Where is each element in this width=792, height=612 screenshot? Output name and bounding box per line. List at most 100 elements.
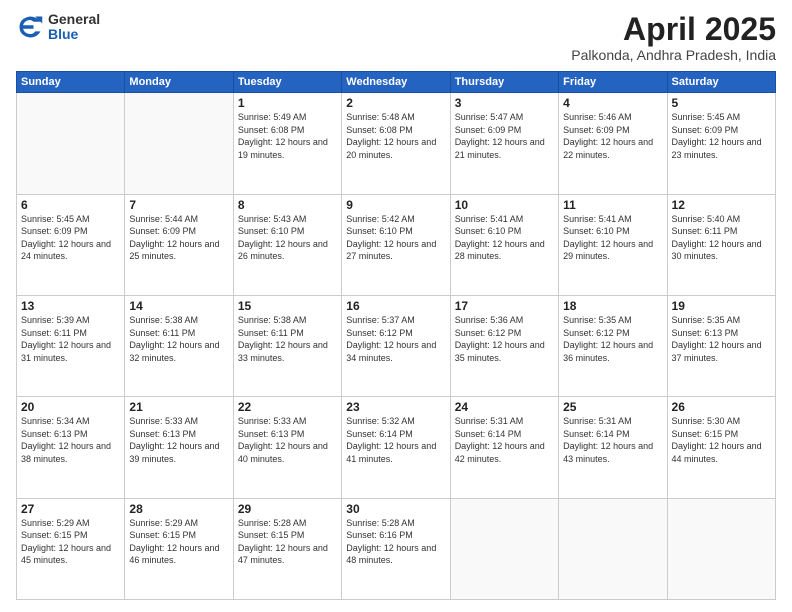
day-number: 17 — [455, 299, 554, 313]
day-info: Sunrise: 5:49 AM Sunset: 6:08 PM Dayligh… — [238, 111, 337, 161]
logo: General Blue — [16, 12, 100, 43]
table-row: 23Sunrise: 5:32 AM Sunset: 6:14 PM Dayli… — [342, 397, 450, 498]
title-block: April 2025 Palkonda, Andhra Pradesh, Ind… — [571, 12, 776, 63]
day-info: Sunrise: 5:37 AM Sunset: 6:12 PM Dayligh… — [346, 314, 445, 364]
calendar-week-row: 20Sunrise: 5:34 AM Sunset: 6:13 PM Dayli… — [17, 397, 776, 498]
day-number: 27 — [21, 502, 120, 516]
day-info: Sunrise: 5:33 AM Sunset: 6:13 PM Dayligh… — [238, 415, 337, 465]
day-info: Sunrise: 5:41 AM Sunset: 6:10 PM Dayligh… — [455, 213, 554, 263]
logo-general-text: General — [48, 12, 100, 27]
day-number: 10 — [455, 198, 554, 212]
col-wednesday: Wednesday — [342, 72, 450, 93]
day-info: Sunrise: 5:39 AM Sunset: 6:11 PM Dayligh… — [21, 314, 120, 364]
col-saturday: Saturday — [667, 72, 775, 93]
table-row: 29Sunrise: 5:28 AM Sunset: 6:15 PM Dayli… — [233, 498, 341, 599]
day-info: Sunrise: 5:28 AM Sunset: 6:15 PM Dayligh… — [238, 517, 337, 567]
calendar-header-row: Sunday Monday Tuesday Wednesday Thursday… — [17, 72, 776, 93]
table-row: 5Sunrise: 5:45 AM Sunset: 6:09 PM Daylig… — [667, 93, 775, 194]
col-friday: Friday — [559, 72, 667, 93]
day-info: Sunrise: 5:31 AM Sunset: 6:14 PM Dayligh… — [455, 415, 554, 465]
day-number: 14 — [129, 299, 228, 313]
table-row: 20Sunrise: 5:34 AM Sunset: 6:13 PM Dayli… — [17, 397, 125, 498]
header: General Blue April 2025 Palkonda, Andhra… — [16, 12, 776, 63]
day-info: Sunrise: 5:35 AM Sunset: 6:12 PM Dayligh… — [563, 314, 662, 364]
day-info: Sunrise: 5:36 AM Sunset: 6:12 PM Dayligh… — [455, 314, 554, 364]
day-number: 25 — [563, 400, 662, 414]
day-number: 6 — [21, 198, 120, 212]
table-row — [667, 498, 775, 599]
table-row: 11Sunrise: 5:41 AM Sunset: 6:10 PM Dayli… — [559, 194, 667, 295]
day-info: Sunrise: 5:40 AM Sunset: 6:11 PM Dayligh… — [672, 213, 771, 263]
table-row: 15Sunrise: 5:38 AM Sunset: 6:11 PM Dayli… — [233, 295, 341, 396]
day-number: 18 — [563, 299, 662, 313]
table-row: 13Sunrise: 5:39 AM Sunset: 6:11 PM Dayli… — [17, 295, 125, 396]
table-row: 14Sunrise: 5:38 AM Sunset: 6:11 PM Dayli… — [125, 295, 233, 396]
day-number: 3 — [455, 96, 554, 110]
day-info: Sunrise: 5:31 AM Sunset: 6:14 PM Dayligh… — [563, 415, 662, 465]
day-number: 29 — [238, 502, 337, 516]
day-number: 19 — [672, 299, 771, 313]
table-row: 24Sunrise: 5:31 AM Sunset: 6:14 PM Dayli… — [450, 397, 558, 498]
day-info: Sunrise: 5:28 AM Sunset: 6:16 PM Dayligh… — [346, 517, 445, 567]
table-row — [450, 498, 558, 599]
day-number: 26 — [672, 400, 771, 414]
day-number: 28 — [129, 502, 228, 516]
table-row: 1Sunrise: 5:49 AM Sunset: 6:08 PM Daylig… — [233, 93, 341, 194]
day-number: 20 — [21, 400, 120, 414]
day-number: 7 — [129, 198, 228, 212]
table-row: 10Sunrise: 5:41 AM Sunset: 6:10 PM Dayli… — [450, 194, 558, 295]
day-info: Sunrise: 5:45 AM Sunset: 6:09 PM Dayligh… — [21, 213, 120, 263]
table-row: 18Sunrise: 5:35 AM Sunset: 6:12 PM Dayli… — [559, 295, 667, 396]
calendar-week-row: 1Sunrise: 5:49 AM Sunset: 6:08 PM Daylig… — [17, 93, 776, 194]
day-number: 9 — [346, 198, 445, 212]
table-row: 2Sunrise: 5:48 AM Sunset: 6:08 PM Daylig… — [342, 93, 450, 194]
day-info: Sunrise: 5:32 AM Sunset: 6:14 PM Dayligh… — [346, 415, 445, 465]
month-title: April 2025 — [571, 12, 776, 47]
location-title: Palkonda, Andhra Pradesh, India — [571, 47, 776, 63]
day-info: Sunrise: 5:38 AM Sunset: 6:11 PM Dayligh… — [129, 314, 228, 364]
table-row: 8Sunrise: 5:43 AM Sunset: 6:10 PM Daylig… — [233, 194, 341, 295]
day-info: Sunrise: 5:44 AM Sunset: 6:09 PM Dayligh… — [129, 213, 228, 263]
table-row: 27Sunrise: 5:29 AM Sunset: 6:15 PM Dayli… — [17, 498, 125, 599]
day-info: Sunrise: 5:45 AM Sunset: 6:09 PM Dayligh… — [672, 111, 771, 161]
day-number: 2 — [346, 96, 445, 110]
calendar-week-row: 13Sunrise: 5:39 AM Sunset: 6:11 PM Dayli… — [17, 295, 776, 396]
table-row: 25Sunrise: 5:31 AM Sunset: 6:14 PM Dayli… — [559, 397, 667, 498]
table-row: 4Sunrise: 5:46 AM Sunset: 6:09 PM Daylig… — [559, 93, 667, 194]
table-row: 19Sunrise: 5:35 AM Sunset: 6:13 PM Dayli… — [667, 295, 775, 396]
day-info: Sunrise: 5:34 AM Sunset: 6:13 PM Dayligh… — [21, 415, 120, 465]
calendar-week-row: 27Sunrise: 5:29 AM Sunset: 6:15 PM Dayli… — [17, 498, 776, 599]
day-info: Sunrise: 5:42 AM Sunset: 6:10 PM Dayligh… — [346, 213, 445, 263]
calendar-week-row: 6Sunrise: 5:45 AM Sunset: 6:09 PM Daylig… — [17, 194, 776, 295]
page: General Blue April 2025 Palkonda, Andhra… — [0, 0, 792, 612]
day-number: 11 — [563, 198, 662, 212]
logo-blue-text: Blue — [48, 27, 100, 42]
table-row: 9Sunrise: 5:42 AM Sunset: 6:10 PM Daylig… — [342, 194, 450, 295]
table-row: 12Sunrise: 5:40 AM Sunset: 6:11 PM Dayli… — [667, 194, 775, 295]
day-number: 13 — [21, 299, 120, 313]
day-info: Sunrise: 5:29 AM Sunset: 6:15 PM Dayligh… — [21, 517, 120, 567]
day-number: 21 — [129, 400, 228, 414]
table-row: 28Sunrise: 5:29 AM Sunset: 6:15 PM Dayli… — [125, 498, 233, 599]
table-row: 22Sunrise: 5:33 AM Sunset: 6:13 PM Dayli… — [233, 397, 341, 498]
day-info: Sunrise: 5:38 AM Sunset: 6:11 PM Dayligh… — [238, 314, 337, 364]
day-info: Sunrise: 5:47 AM Sunset: 6:09 PM Dayligh… — [455, 111, 554, 161]
col-thursday: Thursday — [450, 72, 558, 93]
day-number: 30 — [346, 502, 445, 516]
col-sunday: Sunday — [17, 72, 125, 93]
table-row: 30Sunrise: 5:28 AM Sunset: 6:16 PM Dayli… — [342, 498, 450, 599]
day-number: 23 — [346, 400, 445, 414]
table-row: 3Sunrise: 5:47 AM Sunset: 6:09 PM Daylig… — [450, 93, 558, 194]
day-number: 5 — [672, 96, 771, 110]
logo-icon — [16, 13, 44, 41]
day-info: Sunrise: 5:33 AM Sunset: 6:13 PM Dayligh… — [129, 415, 228, 465]
day-number: 8 — [238, 198, 337, 212]
day-info: Sunrise: 5:29 AM Sunset: 6:15 PM Dayligh… — [129, 517, 228, 567]
table-row — [125, 93, 233, 194]
table-row: 16Sunrise: 5:37 AM Sunset: 6:12 PM Dayli… — [342, 295, 450, 396]
table-row: 21Sunrise: 5:33 AM Sunset: 6:13 PM Dayli… — [125, 397, 233, 498]
table-row — [17, 93, 125, 194]
table-row — [559, 498, 667, 599]
day-info: Sunrise: 5:30 AM Sunset: 6:15 PM Dayligh… — [672, 415, 771, 465]
day-info: Sunrise: 5:43 AM Sunset: 6:10 PM Dayligh… — [238, 213, 337, 263]
